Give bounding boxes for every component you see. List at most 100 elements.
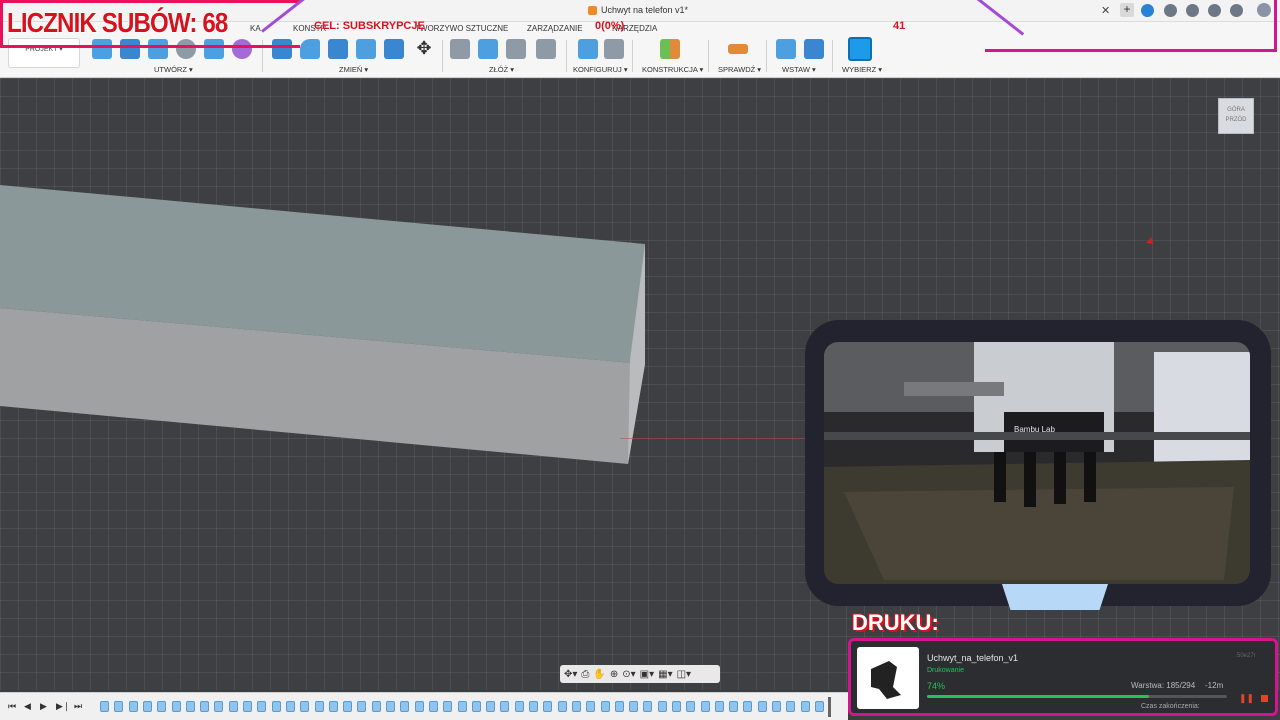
timeline-feature[interactable]: [643, 701, 652, 712]
group-assemble[interactable]: ZŁÓŻ ▾: [489, 65, 514, 74]
grid-icon[interactable]: ▦▾: [658, 669, 672, 680]
print-job-name: Uchwyt_na_telefon_v1: [927, 653, 1019, 663]
timeline-feature[interactable]: [272, 701, 281, 712]
timeline-feature[interactable]: [743, 701, 752, 712]
move-icon[interactable]: ✥: [414, 39, 434, 59]
timeline-first-icon[interactable]: ⏮: [8, 701, 16, 712]
document-title[interactable]: Uchwyt na telefon v1*: [588, 5, 688, 15]
timeline-feature[interactable]: [415, 701, 424, 712]
timeline-feature[interactable]: [601, 701, 610, 712]
timeline-feature[interactable]: [615, 701, 624, 712]
configure-icon[interactable]: [578, 39, 598, 59]
orbit-icon[interactable]: ✥▾: [564, 669, 577, 680]
timeline-feature[interactable]: [658, 701, 667, 712]
shell-icon[interactable]: [328, 39, 348, 59]
timeline-feature[interactable]: [386, 701, 395, 712]
timeline-feature[interactable]: [500, 701, 509, 712]
timeline-feature[interactable]: [243, 701, 252, 712]
timeline-feature[interactable]: [672, 701, 681, 712]
timeline-feature[interactable]: [786, 701, 795, 712]
stop-icon[interactable]: [1261, 695, 1268, 702]
timeline-feature[interactable]: [515, 701, 524, 712]
timeline-next-icon[interactable]: ▶❘: [56, 701, 70, 712]
joint-icon[interactable]: [450, 39, 470, 59]
timeline-feature[interactable]: [558, 701, 567, 712]
timeline-feature[interactable]: [529, 701, 538, 712]
timeline-feature[interactable]: [300, 701, 309, 712]
timeline-feature[interactable]: [801, 701, 810, 712]
timeline-marker[interactable]: [828, 697, 831, 717]
timeline-feature[interactable]: [443, 701, 452, 712]
measure-icon[interactable]: [728, 44, 748, 54]
timeline-feature[interactable]: [572, 701, 581, 712]
view-cube-top[interactable]: GÓRA: [1219, 105, 1253, 115]
select-icon[interactable]: [848, 37, 872, 61]
group-inspect[interactable]: SPRAWDŹ ▾: [718, 65, 761, 74]
timeline-feature[interactable]: [486, 701, 495, 712]
config-table-icon[interactable]: [604, 39, 624, 59]
timeline-feature[interactable]: [172, 701, 181, 712]
timeline-feature[interactable]: [257, 701, 266, 712]
timeline-feature[interactable]: [543, 701, 552, 712]
view-cube-front[interactable]: PRZÓD: [1219, 115, 1253, 125]
timeline-feature[interactable]: [758, 701, 767, 712]
timeline-feature[interactable]: [357, 701, 366, 712]
group-create[interactable]: UTWÓRZ ▾: [154, 65, 193, 74]
view-cube[interactable]: GÓRA PRZÓD: [1218, 98, 1254, 134]
as-built-joint-icon[interactable]: [506, 39, 526, 59]
pause-icon[interactable]: ❚❚: [1239, 693, 1254, 704]
viewports-icon[interactable]: ◫▾: [677, 669, 691, 680]
group-select[interactable]: WYBIERZ ▾: [842, 65, 882, 74]
timeline-feature[interactable]: [429, 701, 438, 712]
timeline-feature[interactable]: [100, 701, 109, 712]
timeline-feature[interactable]: [729, 701, 738, 712]
timeline-feature[interactable]: [458, 701, 467, 712]
timeline-feature[interactable]: [286, 701, 295, 712]
timeline-feature[interactable]: [586, 701, 595, 712]
zoom-icon[interactable]: ⊕: [610, 669, 618, 680]
timeline-feature[interactable]: [715, 701, 724, 712]
timeline-feature[interactable]: [815, 701, 824, 712]
fit-icon[interactable]: ⊙▾: [622, 669, 635, 680]
timeline-feature[interactable]: [214, 701, 223, 712]
construct-plane-icon[interactable]: [660, 39, 680, 59]
timeline-feature[interactable]: [343, 701, 352, 712]
timeline-play-icon[interactable]: ▶: [40, 701, 47, 712]
timeline-prev-icon[interactable]: ◀: [24, 701, 31, 712]
timeline-last-icon[interactable]: ⏭: [74, 701, 82, 712]
tab-zarzadzanie[interactable]: ZARZĄDZANIE: [527, 24, 583, 33]
timeline-feature[interactable]: [157, 701, 166, 712]
group-construct[interactable]: KONSTRUKCJA ▾: [642, 65, 703, 74]
timeline-feature[interactable]: [329, 701, 338, 712]
insert-image-icon[interactable]: [804, 39, 824, 59]
timeline-feature[interactable]: [472, 701, 481, 712]
timeline-feature[interactable]: [400, 701, 409, 712]
insert-derive-icon[interactable]: [776, 39, 796, 59]
timeline-feature[interactable]: [114, 701, 123, 712]
timeline-feature[interactable]: [686, 701, 695, 712]
split-body-icon[interactable]: [384, 39, 404, 59]
pan-icon[interactable]: ✋: [593, 669, 605, 680]
timeline-feature[interactable]: [129, 701, 138, 712]
joint-origin-icon[interactable]: [536, 39, 556, 59]
timeline-feature[interactable]: [186, 701, 195, 712]
timeline-feature[interactable]: [629, 701, 638, 712]
combine-icon[interactable]: [356, 39, 376, 59]
group-modify[interactable]: ZMIEŃ ▾: [339, 65, 368, 74]
timeline-feature[interactable]: [772, 701, 781, 712]
display-settings-icon[interactable]: ▣▾: [640, 669, 654, 680]
tab-tworzywo[interactable]: TWORZYWO SZTUCZNE: [415, 24, 508, 33]
timeline-feature[interactable]: [701, 701, 710, 712]
document-title-text: Uchwyt na telefon v1*: [601, 5, 689, 15]
group-insert[interactable]: WSTAW ▾: [782, 65, 816, 74]
group-configure[interactable]: KONFIGURUJ ▾: [573, 65, 628, 74]
timeline-feature[interactable]: [143, 701, 152, 712]
fillet-icon[interactable]: [300, 39, 320, 59]
design-timeline: ⏮ ◀ ▶ ▶❘ ⏭: [0, 692, 848, 720]
timeline-feature[interactable]: [229, 701, 238, 712]
timeline-feature[interactable]: [315, 701, 324, 712]
new-component-icon[interactable]: [478, 39, 498, 59]
timeline-feature[interactable]: [200, 701, 209, 712]
timeline-feature[interactable]: [372, 701, 381, 712]
look-at-icon[interactable]: ⎙: [581, 669, 589, 680]
